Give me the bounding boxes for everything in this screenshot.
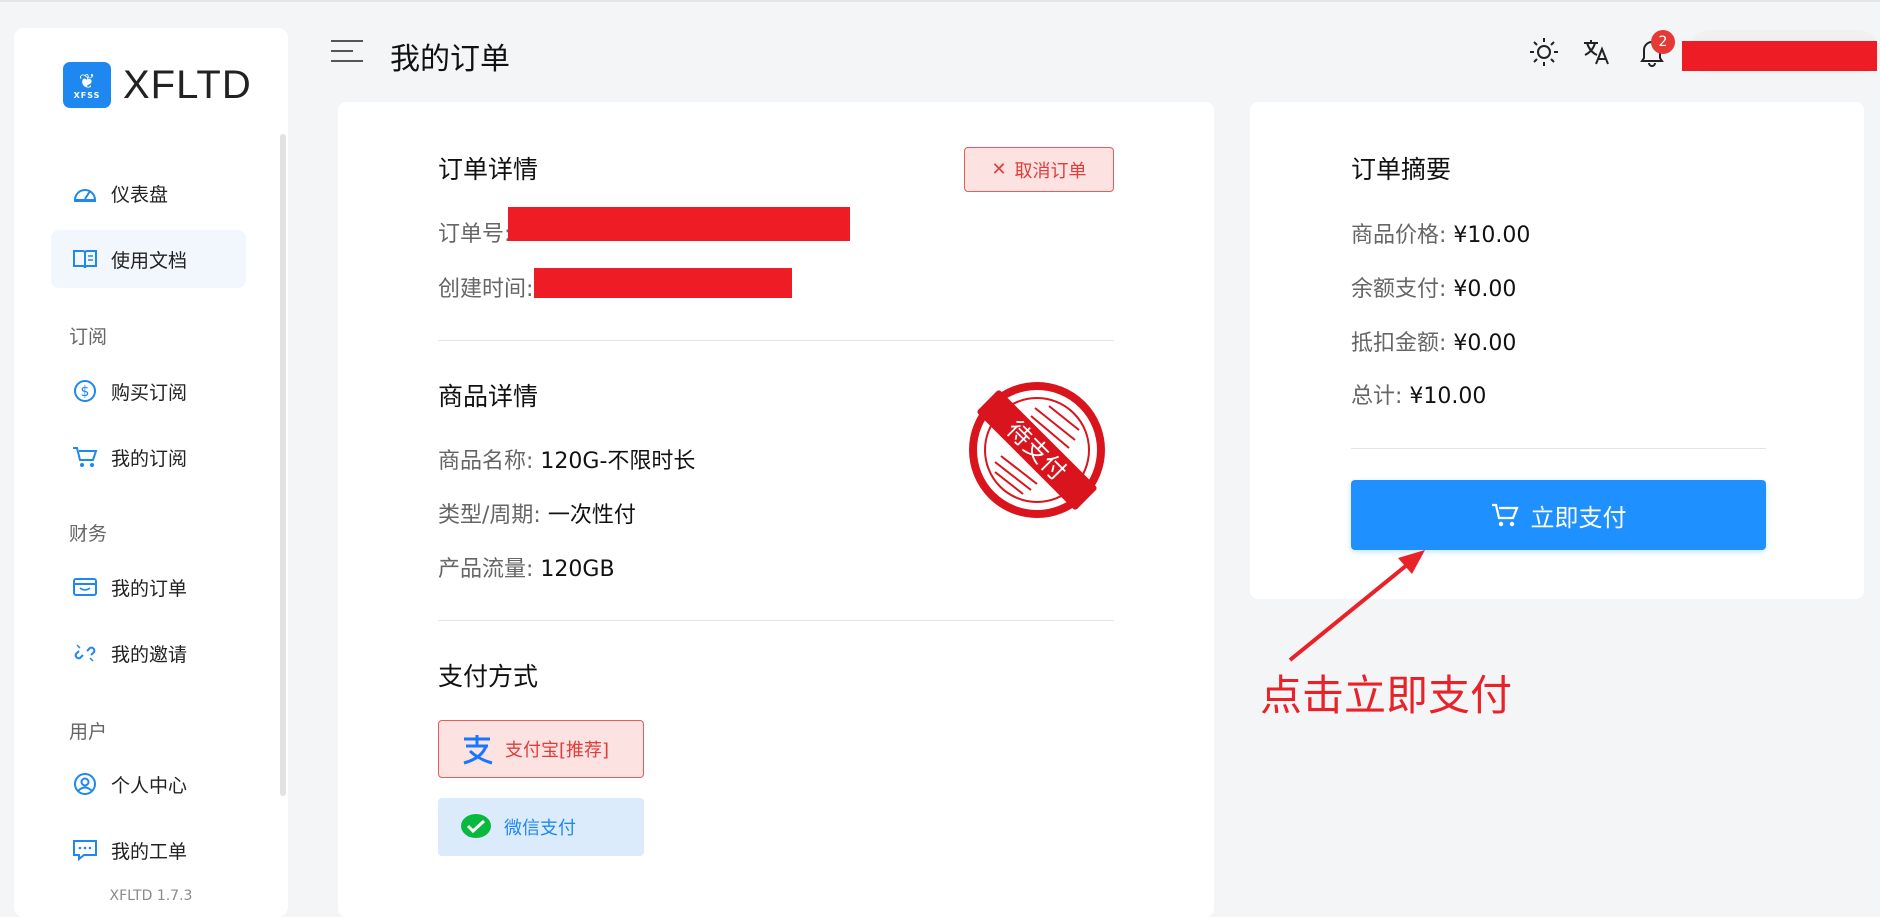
app-version: XFLTD 1.7.3 bbox=[109, 888, 193, 904]
redacted-created-time bbox=[534, 268, 792, 298]
notification-badge: 2 bbox=[1651, 30, 1675, 54]
order-summary-title: 订单摘要 bbox=[1351, 155, 1452, 184]
sidebar-item-label: 我的订单 bbox=[111, 577, 188, 600]
sidebar-item-label: 购买订阅 bbox=[111, 381, 188, 404]
dashboard-icon bbox=[71, 179, 99, 207]
sidebar-item-dashboard[interactable]: 仪表盘 bbox=[51, 164, 246, 222]
pending-payment-stamp: 待支付 bbox=[969, 382, 1105, 518]
summary-balance-value: ¥0.00 bbox=[1453, 277, 1517, 302]
created-time-row: 创建时间: bbox=[438, 271, 533, 303]
order-number-label: 订单号: bbox=[438, 222, 512, 247]
alipay-icon bbox=[459, 731, 495, 767]
annotation-text: 点击立即支付 bbox=[1260, 671, 1513, 720]
bird-icon: ❦ bbox=[78, 68, 96, 93]
sidebar-item-label: 仪表盘 bbox=[111, 183, 169, 206]
product-type-value: 一次性付 bbox=[547, 503, 636, 528]
product-traffic-label: 产品流量: bbox=[438, 557, 534, 582]
summary-total-label: 总计: bbox=[1351, 384, 1403, 409]
summary-total-value: ¥10.00 bbox=[1409, 384, 1487, 409]
book-icon bbox=[71, 245, 99, 273]
payment-option-label: 支付宝[推荐] bbox=[505, 740, 610, 761]
redacted-username bbox=[1682, 41, 1877, 71]
top-border bbox=[0, 0, 1880, 2]
sidebar-scrollbar[interactable] bbox=[280, 134, 286, 796]
payment-option-label: 微信支付 bbox=[504, 818, 576, 839]
cancel-order-label: 取消订单 bbox=[1014, 160, 1087, 182]
link-icon bbox=[71, 639, 99, 667]
order-detail-title: 订单详情 bbox=[438, 155, 539, 184]
created-time-label: 创建时间: bbox=[438, 277, 534, 302]
user-icon bbox=[71, 770, 99, 798]
sun-icon[interactable] bbox=[1528, 36, 1560, 68]
sidebar-item-buy-subscription[interactable]: $ 购买订阅 bbox=[51, 362, 246, 420]
summary-discount-row: 抵扣金额: ¥0.00 bbox=[1351, 325, 1516, 357]
product-traffic-row: 产品流量: 120GB bbox=[438, 551, 615, 583]
sidebar-item-label: 个人中心 bbox=[111, 774, 188, 797]
summary-price-value: ¥10.00 bbox=[1453, 223, 1531, 248]
brand[interactable]: ❦ XFSS XFLTD bbox=[63, 62, 252, 108]
cancel-order-button[interactable]: ✕ 取消订单 bbox=[964, 147, 1114, 192]
svg-text:$: $ bbox=[81, 384, 90, 400]
sidebar: ❦ XFSS XFLTD 仪表盘 使用文档 订阅 $ 购买订阅 我的订阅 财务 … bbox=[14, 28, 288, 917]
summary-balance-label: 余额支付: bbox=[1351, 277, 1447, 302]
sidebar-item-docs[interactable]: 使用文档 bbox=[51, 230, 246, 288]
sidebar-group-user: 用户 bbox=[69, 721, 108, 743]
order-number-row: 订单号: bbox=[438, 216, 511, 248]
divider bbox=[1351, 448, 1766, 449]
product-name-label: 商品名称: bbox=[438, 449, 534, 474]
page-title: 我的订单 bbox=[390, 42, 510, 77]
product-type-label: 类型/周期: bbox=[438, 503, 541, 528]
close-icon: ✕ bbox=[991, 159, 1007, 180]
product-name-row: 商品名称: 120G-不限时长 bbox=[438, 443, 695, 475]
payment-option-wechat[interactable]: 微信支付 bbox=[438, 798, 644, 856]
wallet-icon bbox=[71, 573, 99, 601]
product-type-row: 类型/周期: 一次性付 bbox=[438, 497, 636, 529]
redacted-order-number bbox=[508, 207, 850, 241]
summary-discount-label: 抵扣金额: bbox=[1351, 331, 1447, 356]
brand-logo-text: XFSS bbox=[73, 90, 101, 100]
cart-icon bbox=[1491, 502, 1519, 528]
sidebar-item-my-invites[interactable]: 我的邀请 bbox=[51, 624, 246, 682]
sidebar-item-profile[interactable]: 个人中心 bbox=[51, 755, 246, 813]
summary-total-row: 总计: ¥10.00 bbox=[1351, 378, 1486, 410]
menu-icon[interactable] bbox=[331, 38, 363, 64]
sidebar-item-label: 我的订阅 bbox=[111, 447, 188, 470]
chat-icon bbox=[71, 836, 99, 864]
divider bbox=[438, 340, 1114, 341]
payment-method-title: 支付方式 bbox=[438, 662, 539, 691]
cart-icon bbox=[71, 443, 99, 471]
sidebar-item-label: 我的工单 bbox=[111, 840, 188, 863]
divider bbox=[438, 620, 1114, 621]
dollar-icon: $ bbox=[71, 377, 99, 405]
product-detail-title: 商品详情 bbox=[438, 382, 539, 411]
wechat-icon bbox=[458, 809, 494, 845]
sidebar-group-subscription: 订阅 bbox=[69, 326, 108, 348]
sidebar-item-label: 我的邀请 bbox=[111, 643, 188, 666]
brand-name: XFLTD bbox=[123, 62, 252, 107]
brand-logo: ❦ XFSS bbox=[63, 62, 111, 108]
product-traffic-value: 120GB bbox=[540, 557, 615, 582]
summary-price-label: 商品价格: bbox=[1351, 223, 1447, 248]
sidebar-item-my-orders[interactable]: 我的订单 bbox=[51, 558, 246, 616]
summary-discount-value: ¥0.00 bbox=[1453, 331, 1517, 356]
annotation-arrow bbox=[1288, 550, 1425, 662]
product-name-value: 120G-不限时长 bbox=[540, 449, 696, 474]
summary-price-row: 商品价格: ¥10.00 bbox=[1351, 217, 1530, 249]
sidebar-item-my-subscription[interactable]: 我的订阅 bbox=[51, 428, 246, 486]
sidebar-item-label: 使用文档 bbox=[111, 249, 188, 272]
summary-balance-row: 余额支付: ¥0.00 bbox=[1351, 271, 1516, 303]
payment-option-alipay[interactable]: 支付宝[推荐] bbox=[438, 720, 644, 778]
pay-now-label: 立即支付 bbox=[1530, 503, 1627, 532]
translate-icon[interactable] bbox=[1581, 36, 1613, 68]
sidebar-group-finance: 财务 bbox=[69, 523, 108, 545]
sidebar-item-tickets[interactable]: 我的工单 bbox=[51, 821, 246, 879]
